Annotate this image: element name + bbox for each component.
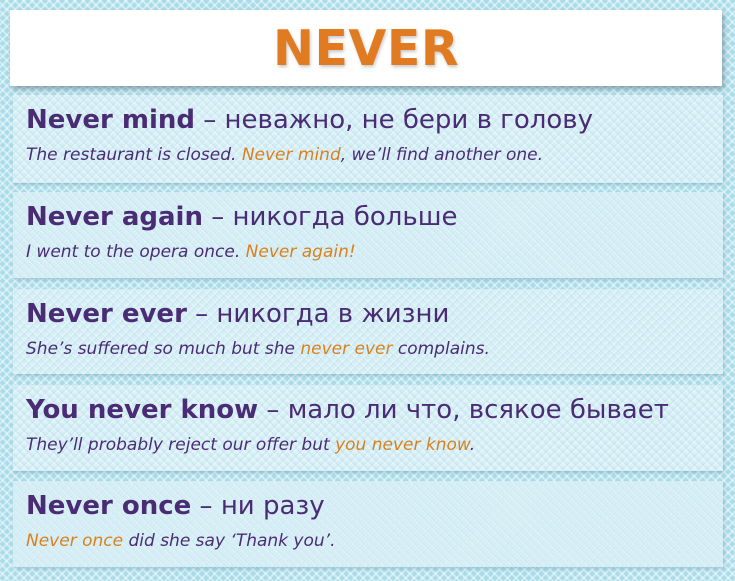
phrase-card-never-mind: Never mind – неважно, не бери в голову T… [13,95,723,183]
phrase-meaning: никогда в жизни [216,299,450,329]
phrase-dash: – [258,395,288,425]
phrase-heading: Never ever – никогда в жизни [26,299,449,329]
example-highlight: Never mind [241,145,341,165]
example-sentence: They’ll probably reject our offer but yo… [26,435,475,455]
phrase-heading: Never mind – неважно, не бери в голову [26,105,593,135]
phrase-card-never-again: Never again – никогда больше I went to t… [13,192,723,278]
phrase-text: Never once [26,491,192,521]
example-after: complains. [392,339,490,359]
example-before: The restaurant is closed. [26,145,242,165]
phrase-card-never-once: Never once – ни разу Never once did she … [13,481,723,567]
example-sentence: I went to the opera once. Never again! [26,242,356,262]
example-before: I went to the opera once. [26,242,246,262]
page-title: NEVER [272,19,460,77]
phrase-card-you-never-know: You never know – мало ли что, всякое быв… [13,385,723,471]
phrase-dash: – [191,491,221,521]
example-after: , we’ll find another one. [340,145,544,165]
phrase-meaning: никогда больше [232,202,458,232]
phrase-card-never-ever: Never ever – никогда в жизни She’s suffe… [13,289,723,374]
phrase-text: You never know [26,395,259,425]
phrase-dash: – [194,105,225,135]
example-highlight: you never know [335,435,470,455]
phrase-text: Never again [26,202,203,232]
example-sentence: She’s suffered so much but she never eve… [26,339,490,359]
phrase-meaning: мало ли что, всякое бывает [287,395,669,425]
example-after: . [469,435,476,455]
example-highlight: Never again! [245,242,356,262]
example-before: They’ll probably reject our offer but [26,435,336,455]
phrase-text: Never ever [26,299,187,329]
example-before: She’s suffered so much but she [26,339,301,359]
title-banner: NEVER [10,10,722,86]
phrase-meaning: неважно, не бери в голову [224,105,593,135]
phrase-heading: Never again – никогда больше [26,202,458,232]
example-after: did she say ‘Thank you’. [123,531,336,551]
phrase-dash: – [202,202,233,232]
example-sentence: Never once did she say ‘Thank you’. [26,531,335,551]
example-highlight: Never once [26,531,124,551]
phrase-heading: You never know – мало ли что, всякое быв… [26,395,669,425]
phrase-text: Never mind [26,105,195,135]
phrase-meaning: ни разу [220,491,325,521]
example-sentence: The restaurant is closed. Never mind, we… [26,145,543,165]
phrase-dash: – [186,299,217,329]
example-highlight: never ever [300,339,393,359]
phrase-heading: Never once – ни разу [26,491,325,521]
